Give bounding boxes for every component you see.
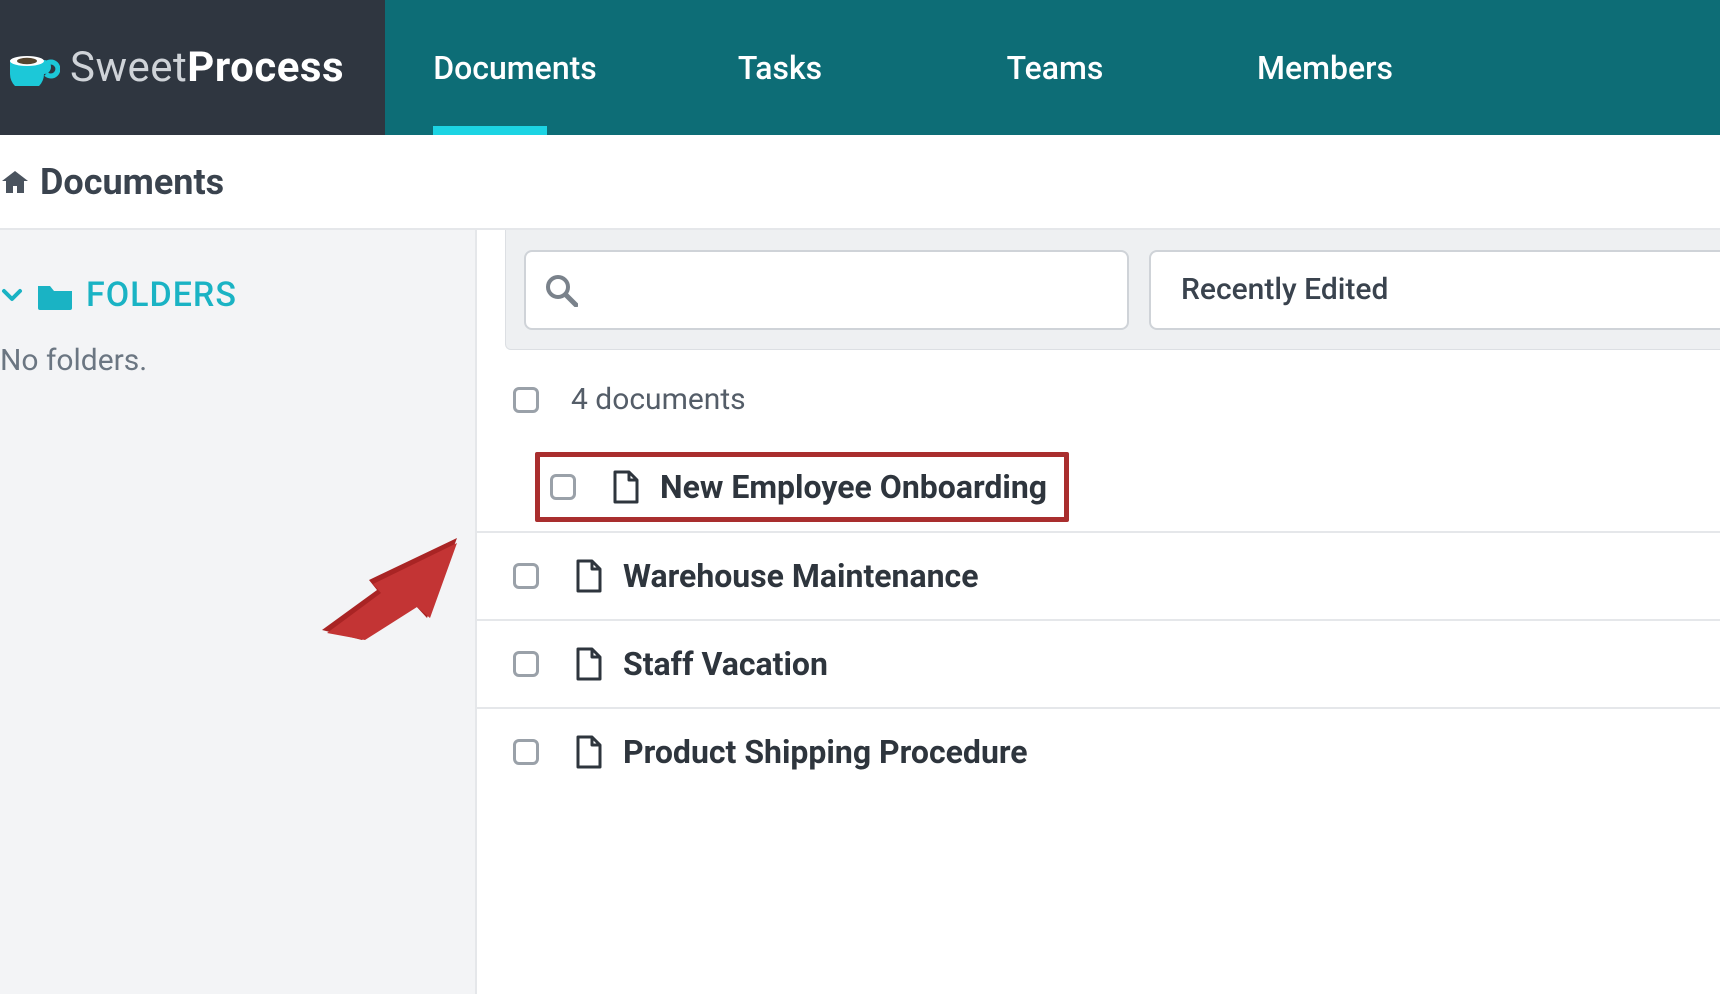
document-title: Warehouse Maintenance [623,557,979,595]
page-title: Documents [40,161,224,203]
search-icon [544,273,578,307]
document-title: Staff Vacation [623,645,828,683]
nav-tasks[interactable]: Tasks [645,0,915,135]
breadcrumb-bar: Documents [0,135,1720,230]
cup-icon [8,50,60,86]
logo-text: SweetProcess [70,43,344,92]
row-checkbox[interactable] [513,651,539,677]
document-row[interactable]: Staff Vacation [477,619,1720,707]
folders-toggle[interactable]: FOLDERS [0,275,475,315]
select-all-checkbox[interactable] [513,387,539,413]
folder-icon [36,280,74,310]
logo[interactable]: SweetProcess [0,0,385,135]
document-icon [575,647,603,681]
home-icon [0,169,30,195]
sidebar: FOLDERS No folders. [0,230,477,994]
toolbar: Recently Edited [505,230,1720,350]
active-underline [433,126,547,135]
main: FOLDERS No folders. Recently Edited 4 do… [0,230,1720,994]
chevron-down-icon [0,283,24,307]
sort-label: Recently Edited [1181,272,1388,307]
document-count: 4 documents [571,382,746,417]
folders-empty-text: No folders. [0,343,475,378]
count-row: 4 documents [477,350,1720,443]
nav-members[interactable]: Members [1195,0,1455,135]
document-icon [575,559,603,593]
folders-label: FOLDERS [86,275,237,315]
nav-teams[interactable]: Teams [915,0,1195,135]
document-icon [575,735,603,769]
top-nav: SweetProcess Documents Tasks Teams Membe… [0,0,1720,135]
document-row[interactable]: New Employee Onboarding [477,443,1720,531]
document-row[interactable]: Product Shipping Procedure [477,707,1720,795]
row-checkbox[interactable] [513,739,539,765]
content: Recently Edited 4 documents New Employee… [477,230,1720,994]
document-title: New Employee Onboarding [660,468,1047,506]
nav-items: Documents Tasks Teams Members [385,0,1720,135]
document-icon [612,470,640,504]
row-checkbox[interactable] [513,563,539,589]
document-title: Product Shipping Procedure [623,733,1028,771]
nav-documents[interactable]: Documents [385,0,645,135]
search-input[interactable] [524,250,1129,330]
highlight-annotation: New Employee Onboarding [535,452,1069,522]
document-row[interactable]: Warehouse Maintenance [477,531,1720,619]
row-checkbox[interactable] [550,474,576,500]
sort-dropdown[interactable]: Recently Edited [1149,250,1720,330]
